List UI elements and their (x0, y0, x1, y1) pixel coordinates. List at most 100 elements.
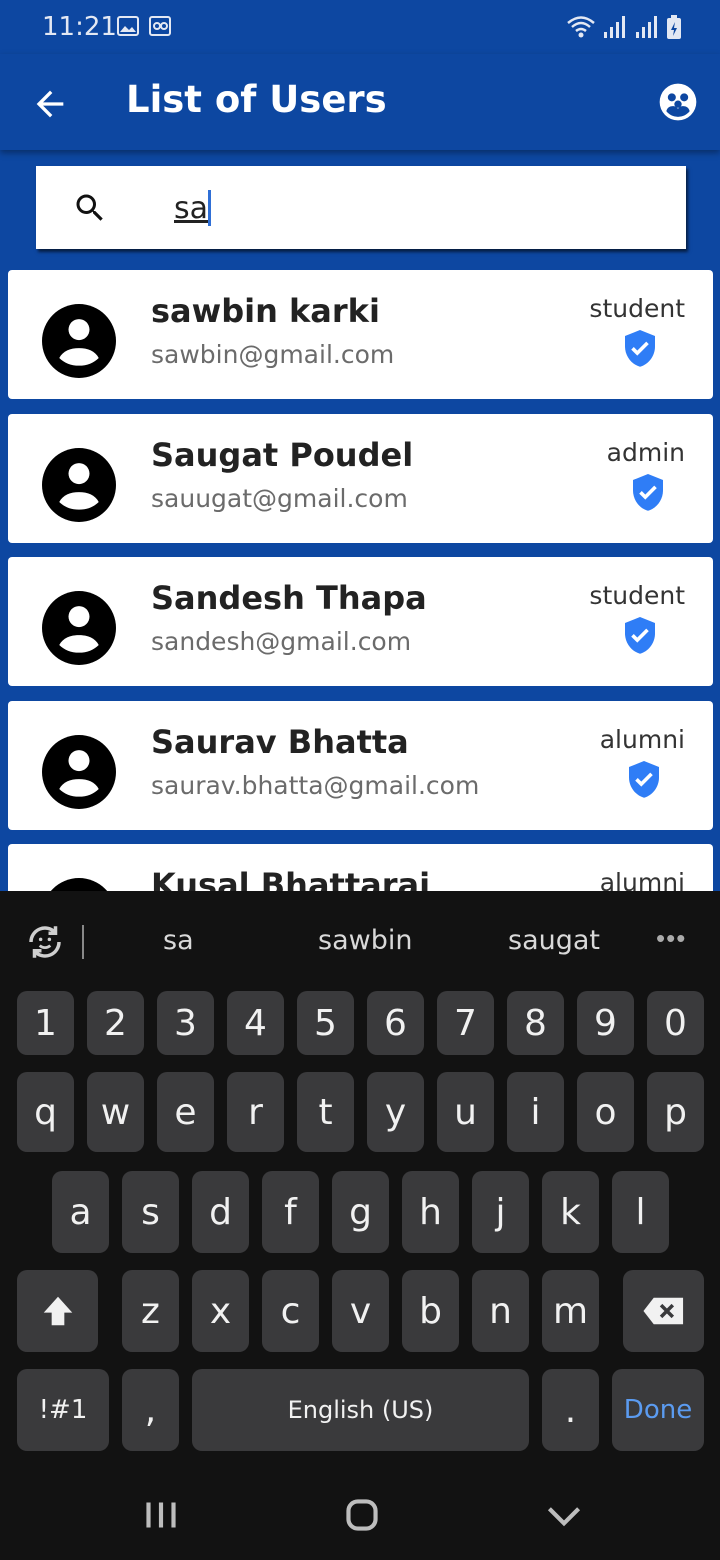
battery-icon (667, 15, 681, 39)
user-list[interactable]: sawbin karki sawbin@gmail.com student Sa… (0, 258, 720, 891)
more-options-icon[interactable]: ••• (656, 923, 686, 954)
space-key[interactable]: English (US) (192, 1369, 529, 1451)
key-k[interactable]: k (542, 1171, 599, 1253)
wifi-icon (567, 16, 595, 38)
key-0[interactable]: 0 (647, 991, 704, 1055)
key-g[interactable]: g (332, 1171, 389, 1253)
key-i[interactable]: i (507, 1072, 564, 1152)
suggestion-bar: sa sawbin saugat ••• (0, 891, 720, 987)
verified-shield-icon (633, 474, 663, 511)
account-circle-icon (42, 591, 116, 665)
key-7[interactable]: 7 (437, 991, 494, 1055)
key-8[interactable]: 8 (507, 991, 564, 1055)
home-icon[interactable] (337, 1490, 387, 1540)
key-q[interactable]: q (17, 1072, 74, 1152)
recent-apps-icon[interactable] (136, 1490, 186, 1540)
hide-keyboard-icon[interactable] (539, 1490, 589, 1540)
key-h[interactable]: h (402, 1171, 459, 1253)
user-name: Saurav Bhatta (151, 723, 409, 761)
image-icon (117, 16, 139, 36)
user-email: sandesh@gmail.com (151, 627, 412, 656)
user-name: sawbin karki (151, 292, 380, 330)
key-s[interactable]: s (122, 1171, 179, 1253)
verified-shield-icon (629, 761, 659, 798)
key-c[interactable]: c (262, 1270, 319, 1352)
key-v[interactable]: v (332, 1270, 389, 1352)
signal-icon-2 (636, 16, 657, 38)
user-role: admin (606, 438, 685, 467)
user-role: student (589, 581, 685, 610)
shift-icon (43, 1296, 72, 1326)
key-y[interactable]: y (367, 1072, 424, 1152)
shift-key[interactable] (17, 1270, 98, 1352)
key-p[interactable]: p (647, 1072, 704, 1152)
key-a[interactable]: a (52, 1171, 109, 1253)
key-4[interactable]: 4 (227, 991, 284, 1055)
key-m[interactable]: m (542, 1270, 599, 1352)
user-role: alumni (599, 725, 685, 754)
back-arrow-icon[interactable] (30, 84, 70, 124)
comma-key[interactable]: , (122, 1369, 179, 1451)
key-1[interactable]: 1 (17, 991, 74, 1055)
user-role: student (589, 294, 685, 323)
user-name: Sandesh Thapa (151, 579, 427, 617)
suggestion-1[interactable]: sa (163, 925, 194, 956)
verified-shield-icon (625, 330, 655, 367)
soft-keyboard: sa sawbin saugat ••• 1 2 3 4 5 6 7 8 9 0… (0, 891, 720, 1560)
user-card[interactable]: Kusal Bhattarai alumni (8, 844, 713, 891)
account-circle-icon (42, 448, 116, 522)
status-bar: 11:21 (0, 0, 720, 54)
signal-icon (604, 16, 625, 38)
account-circle-icon (42, 304, 116, 378)
key-o[interactable]: o (577, 1072, 634, 1152)
key-d[interactable]: d (192, 1171, 249, 1253)
account-circle-icon (42, 735, 116, 809)
user-card[interactable]: Saurav Bhatta saurav.bhatta@gmail.com al… (8, 701, 713, 830)
done-key[interactable]: Done (612, 1369, 704, 1451)
app-notification-icon (149, 16, 171, 36)
user-card[interactable]: Saugat Poudel sauugat@gmail.com admin (8, 414, 713, 543)
user-email: saurav.bhatta@gmail.com (151, 771, 480, 800)
user-role: alumni (599, 868, 685, 891)
key-2[interactable]: 2 (87, 991, 144, 1055)
key-b[interactable]: b (402, 1270, 459, 1352)
user-card[interactable]: sawbin karki sawbin@gmail.com student (8, 270, 713, 399)
backspace-icon (642, 1297, 683, 1325)
key-6[interactable]: 6 (367, 991, 424, 1055)
key-l[interactable]: l (612, 1171, 669, 1253)
verified-shield-icon (625, 617, 655, 654)
key-u[interactable]: u (437, 1072, 494, 1152)
user-card[interactable]: Sandesh Thapa sandesh@gmail.com student (8, 557, 713, 686)
key-e[interactable]: e (157, 1072, 214, 1152)
suggestion-2[interactable]: sawbin (318, 925, 412, 956)
status-notifications (116, 14, 172, 38)
key-3[interactable]: 3 (157, 991, 214, 1055)
key-5[interactable]: 5 (297, 991, 354, 1055)
period-key[interactable]: . (542, 1369, 599, 1451)
status-time: 11:21 (42, 12, 117, 42)
key-j[interactable]: j (472, 1171, 529, 1253)
text-cursor (208, 190, 211, 226)
search-input[interactable] (174, 186, 654, 230)
suggestion-3[interactable]: saugat (508, 925, 600, 956)
app-bar: List of Users (0, 54, 720, 150)
account-circle-icon (50, 878, 108, 891)
suggestion-divider (82, 925, 84, 959)
page-title: List of Users (126, 78, 387, 121)
group-icon[interactable] (658, 82, 698, 122)
backspace-key[interactable] (623, 1270, 704, 1352)
user-name: Kusal Bhattarai (151, 866, 431, 891)
key-r[interactable]: r (227, 1072, 284, 1152)
key-w[interactable]: w (87, 1072, 144, 1152)
key-9[interactable]: 9 (577, 991, 634, 1055)
key-f[interactable]: f (262, 1171, 319, 1253)
symbols-key[interactable]: !#1 (17, 1369, 109, 1451)
user-email: sawbin@gmail.com (151, 340, 395, 369)
key-z[interactable]: z (122, 1270, 179, 1352)
key-x[interactable]: x (192, 1270, 249, 1352)
search-icon (76, 194, 103, 221)
emoji-sync-icon[interactable] (24, 921, 66, 963)
key-n[interactable]: n (472, 1270, 529, 1352)
user-name: Saugat Poudel (151, 436, 414, 474)
key-t[interactable]: t (297, 1072, 354, 1152)
